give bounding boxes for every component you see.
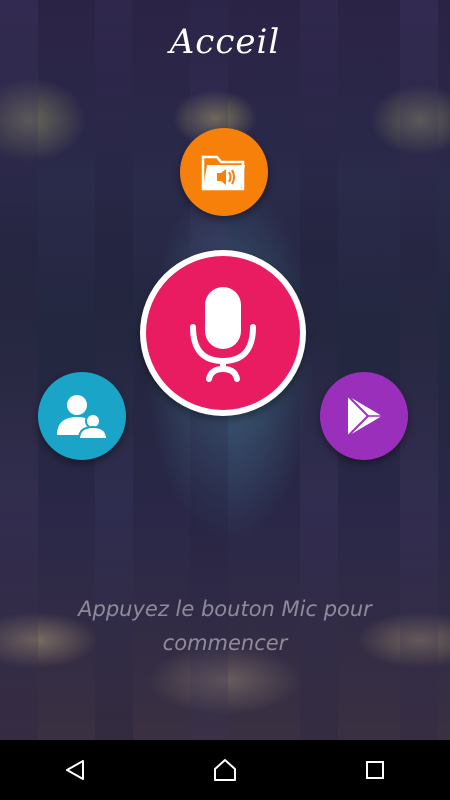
play-store-button[interactable] [320,372,408,460]
back-icon [66,760,84,780]
contacts-icon [57,395,109,440]
recents-icon [366,761,384,779]
microphone-button[interactable] [140,250,306,416]
navigation-bar [0,740,450,800]
home-button[interactable] [195,740,255,800]
screen-title: Acceil [169,22,281,62]
contacts-button[interactable] [38,372,126,460]
play-store-icon [347,395,382,437]
back-button[interactable] [45,740,105,800]
home-icon [214,759,236,781]
background-stripe [0,0,38,740]
instruction-text: Appuyez le bouton Mic pour commencer [78,597,372,655]
recents-button[interactable] [345,740,405,800]
audio-files-button[interactable] [180,128,268,216]
audio-folder-icon [201,155,245,191]
microphone-button-face [146,256,300,410]
microphone-icon [190,287,256,382]
